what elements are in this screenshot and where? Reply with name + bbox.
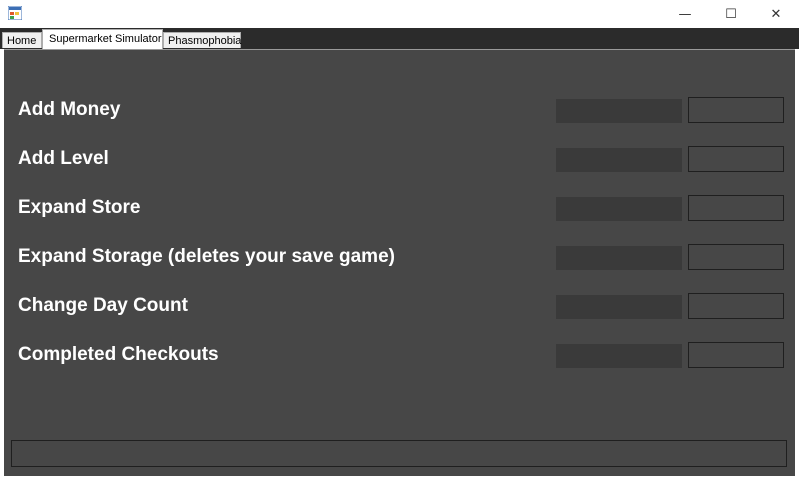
completed-checkouts-input[interactable] [556,344,682,368]
title-bar: — ☐ ✕ [0,0,799,28]
close-icon: ✕ [770,6,782,22]
app-window: — ☐ ✕ Home Supermarket Simulator Phasmop… [0,0,799,480]
app-icon [8,6,22,20]
add-money-input[interactable] [556,99,682,123]
expand-store-input[interactable] [556,197,682,221]
add-money-button[interactable] [688,97,784,123]
minimize-icon: — [678,6,692,22]
maximize-button[interactable]: ☐ [708,0,754,28]
tab-strip: Home Supermarket Simulator Phasmophobia [0,28,799,49]
expand-storage-label: Expand Storage (deletes your save game) [18,246,395,267]
tab-supermarket-simulator[interactable]: Supermarket Simulator [42,29,163,49]
change-day-count-button[interactable] [688,293,784,319]
expand-storage-input[interactable] [556,246,682,270]
expand-store-label: Expand Store [18,197,141,218]
minimize-button[interactable]: — [662,0,708,28]
expand-storage-button[interactable] [688,244,784,270]
change-day-count-label: Change Day Count [18,295,188,316]
add-money-label: Add Money [18,99,121,120]
content-area: Add Money Add Level Expand Store Expand … [4,49,795,476]
expand-store-button[interactable] [688,195,784,221]
tab-page-supermarket: Add Money Add Level Expand Store Expand … [2,49,797,478]
completed-checkouts-label: Completed Checkouts [18,344,219,365]
tab-phasmophobia[interactable]: Phasmophobia [163,32,241,48]
maximize-icon: ☐ [725,6,737,22]
add-level-input[interactable] [556,148,682,172]
close-button[interactable]: ✕ [753,0,799,28]
status-bar [11,440,787,467]
add-level-button[interactable] [688,146,784,172]
change-day-count-input[interactable] [556,295,682,319]
completed-checkouts-button[interactable] [688,342,784,368]
add-level-label: Add Level [18,148,109,169]
tab-home[interactable]: Home [2,32,42,48]
